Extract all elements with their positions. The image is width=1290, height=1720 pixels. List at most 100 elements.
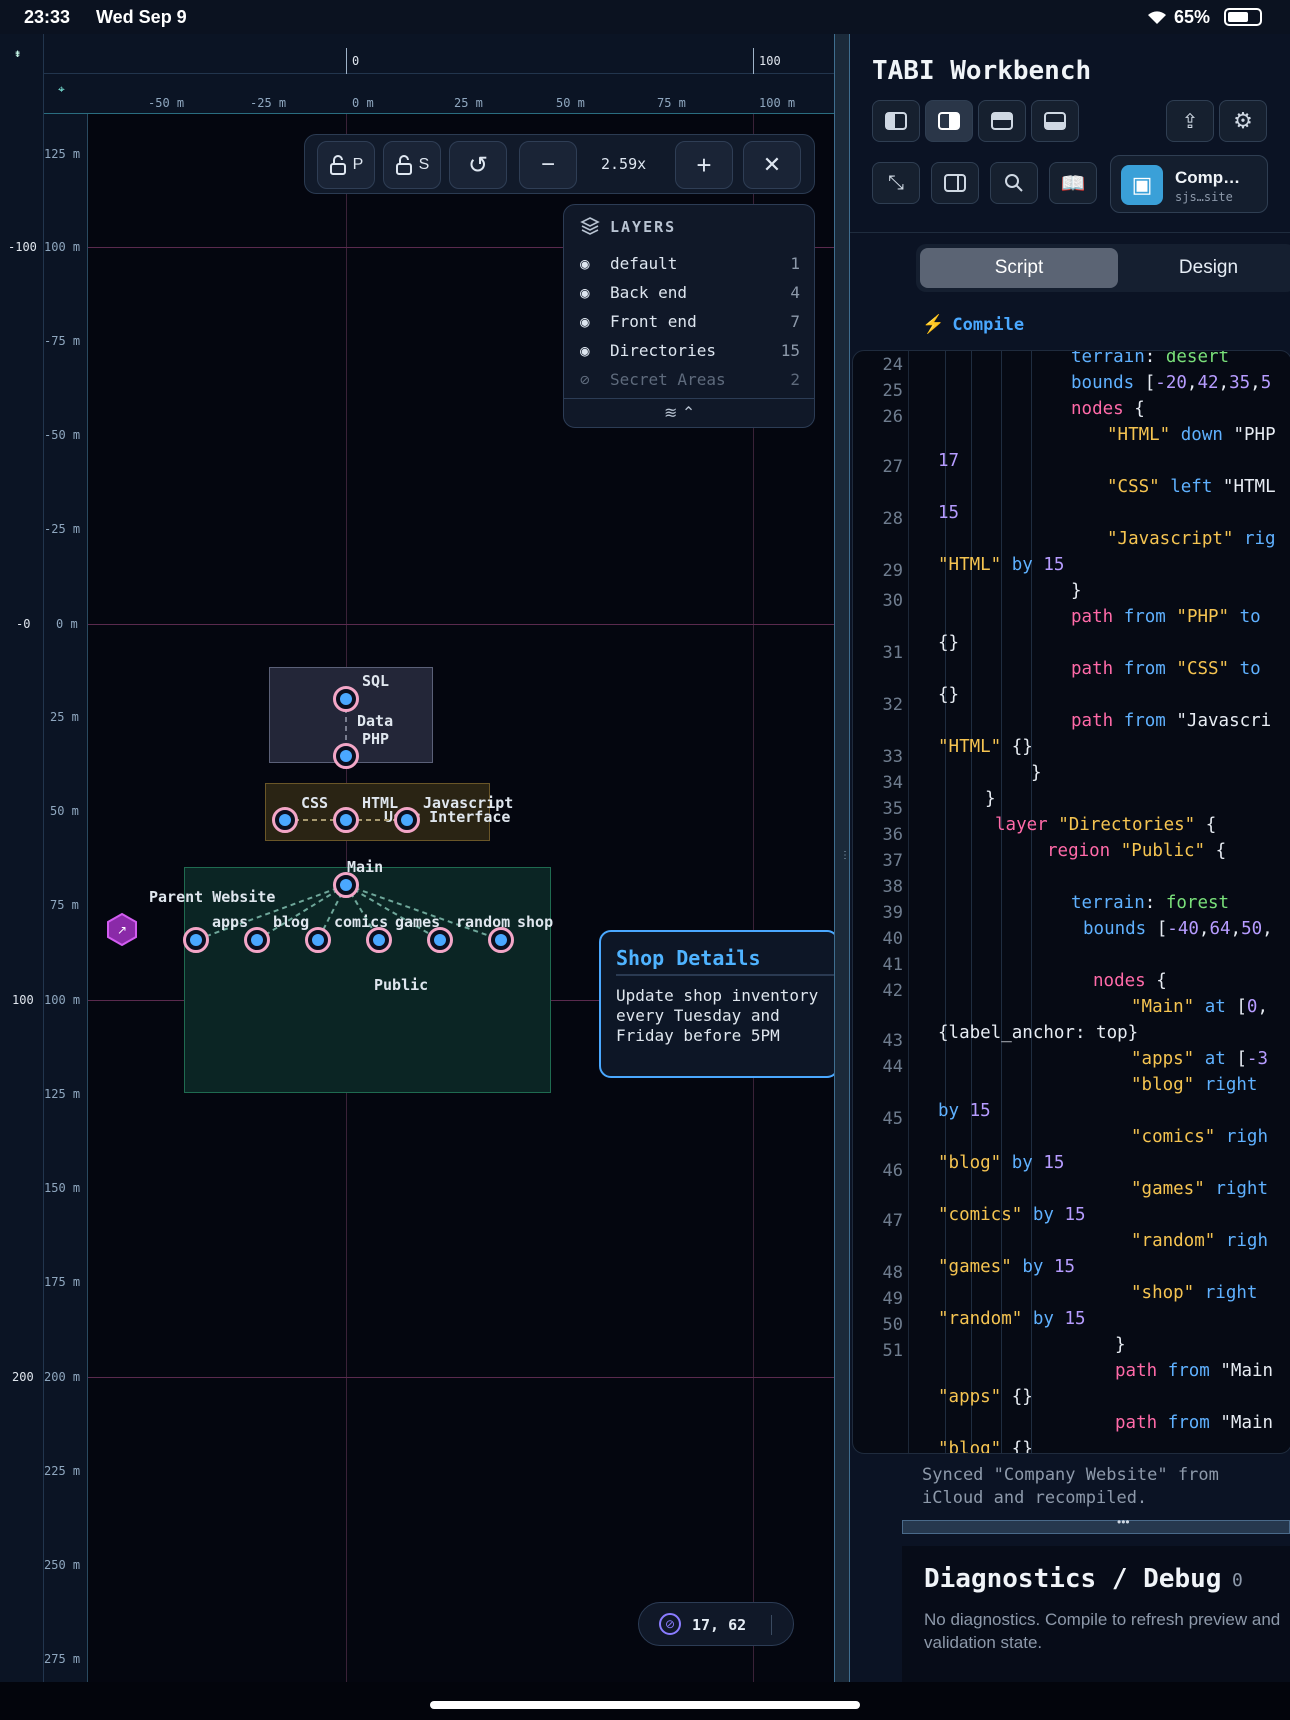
tab-script[interactable]: Script bbox=[920, 248, 1118, 288]
code-line[interactable]: "blog" {} bbox=[938, 1439, 1033, 1453]
code-line[interactable]: terrain: desert bbox=[1071, 351, 1229, 367]
search-button[interactable] bbox=[990, 162, 1038, 204]
code-line[interactable]: "Javascript" rig bbox=[1107, 529, 1276, 549]
code-line[interactable]: "apps" {} bbox=[938, 1387, 1033, 1407]
code-line[interactable]: {} bbox=[938, 685, 959, 705]
node-shop[interactable] bbox=[488, 927, 514, 953]
script-editor[interactable]: 24 25 26 27 28 29 30 31 32 33 34 35 36 37 38 39 40 41 42 43… bbox=[852, 350, 1290, 1454]
code-line[interactable]: } bbox=[1071, 581, 1082, 601]
code-line[interactable]: } bbox=[1031, 763, 1042, 783]
close-button[interactable]: ✕ bbox=[743, 141, 801, 189]
node-apps[interactable] bbox=[183, 927, 209, 953]
code-line[interactable]: {label_anchor: top} bbox=[938, 1023, 1138, 1043]
map-canvas[interactable]: ⇟ -100 -0 100 200 125 m 100 m -75 m -50 … bbox=[0, 34, 834, 1682]
settings-button[interactable]: ⚙ bbox=[1219, 100, 1267, 142]
layout-top-button[interactable] bbox=[978, 100, 1026, 142]
node-comics[interactable] bbox=[305, 927, 331, 953]
zoom-in-button[interactable]: + bbox=[675, 141, 733, 189]
resize-handle[interactable]: ••• bbox=[902, 1515, 1290, 1534]
code-line[interactable]: "comics" by 15 bbox=[938, 1205, 1086, 1225]
home-indicator[interactable] bbox=[430, 1701, 860, 1709]
code-line[interactable]: 15 bbox=[938, 503, 959, 523]
code-line[interactable]: "games" right bbox=[1131, 1179, 1268, 1199]
lock-s-button[interactable]: S bbox=[383, 141, 441, 189]
code-line[interactable]: layer "Directories" { bbox=[995, 815, 1216, 835]
layout-right-button[interactable] bbox=[925, 100, 973, 142]
node-random[interactable] bbox=[427, 927, 453, 953]
code-line[interactable]: "blog" by 15 bbox=[938, 1153, 1064, 1173]
layer-row-back-end[interactable]: ◉ Back end 4 bbox=[580, 279, 800, 305]
layers-title: LAYERS bbox=[610, 218, 677, 236]
line-number: 37 bbox=[882, 851, 903, 871]
compile-button[interactable]: ⚡ Compile bbox=[922, 314, 1024, 335]
code-line[interactable]: "blog" right bbox=[1131, 1075, 1257, 1095]
popup-title: Shop Details bbox=[616, 946, 761, 970]
sidebar-right-icon bbox=[938, 112, 960, 130]
node-games[interactable] bbox=[366, 927, 392, 953]
line-number: 40 bbox=[882, 929, 903, 949]
code-line[interactable]: "games" by 15 bbox=[938, 1257, 1075, 1277]
reset-button[interactable]: ↺ bbox=[449, 141, 507, 189]
code-line[interactable]: by 15 bbox=[938, 1101, 991, 1121]
collapse-layers-button[interactable]: ≋ ⌃ bbox=[664, 403, 695, 423]
node-javascript[interactable] bbox=[394, 807, 420, 833]
inspector-button[interactable] bbox=[931, 162, 979, 204]
svg-text:↗: ↗ bbox=[117, 923, 127, 937]
tab-design[interactable]: Design bbox=[1126, 248, 1290, 288]
layer-row-default[interactable]: ◉ default 1 bbox=[580, 250, 800, 276]
sidebar-left-icon bbox=[885, 112, 907, 130]
node-css[interactable] bbox=[272, 807, 298, 833]
parent-website-hexagon-icon[interactable]: ↗ bbox=[106, 912, 138, 946]
code-line[interactable]: "comics" righ bbox=[1131, 1127, 1268, 1147]
line-number: 31 bbox=[882, 643, 903, 663]
code-line[interactable]: "shop" right bbox=[1131, 1283, 1257, 1303]
node-blog[interactable] bbox=[244, 927, 270, 953]
code-line[interactable]: nodes { bbox=[1093, 971, 1167, 991]
fit-button[interactable]: ⤡ bbox=[872, 162, 920, 204]
code-line[interactable]: terrain: forest bbox=[1071, 893, 1229, 913]
document-button[interactable]: ▣ Comp… sjs…site bbox=[1110, 155, 1268, 213]
layer-row-directories[interactable]: ◉ Directories 15 bbox=[580, 337, 800, 363]
node-php[interactable] bbox=[333, 743, 359, 769]
code-line[interactable]: 17 bbox=[938, 451, 959, 471]
node-label-php: PHP bbox=[362, 730, 390, 748]
code-line[interactable]: "HTML" by 15 bbox=[938, 555, 1064, 575]
layer-row-secret-areas[interactable]: ⊘ Secret Areas 2 bbox=[580, 366, 800, 392]
code-line[interactable]: } bbox=[985, 789, 996, 809]
layer-row-front-end[interactable]: ◉ Front end 7 bbox=[580, 308, 800, 334]
code-line[interactable]: region "Public" { bbox=[1047, 841, 1226, 861]
node-sql[interactable] bbox=[333, 686, 359, 712]
code-line[interactable]: "Main" at [0, bbox=[1131, 997, 1268, 1017]
share-button[interactable]: ⇪ bbox=[1166, 100, 1214, 142]
shop-details-popup[interactable]: Shop Details Update shop inventory every… bbox=[599, 930, 834, 1078]
layout-bottom-button[interactable] bbox=[1031, 100, 1079, 142]
layout-left-button[interactable] bbox=[872, 100, 920, 142]
layer-count: 4 bbox=[790, 282, 800, 302]
code-line[interactable]: path from "Main bbox=[1115, 1361, 1273, 1381]
book-button[interactable]: 📖 bbox=[1049, 162, 1097, 204]
code-line[interactable]: path from "Main bbox=[1115, 1413, 1273, 1433]
code-line[interactable]: path from "Javascri bbox=[1071, 711, 1271, 731]
code-line[interactable]: bounds [-20,42,35,5 bbox=[1071, 373, 1271, 393]
node-html[interactable] bbox=[333, 807, 359, 833]
split-divider-handle[interactable]: ⋮ bbox=[834, 34, 850, 1682]
coordinates-pill[interactable]: ⊘ 17, 62 bbox=[638, 1602, 794, 1646]
code-line[interactable]: "apps" at [-3 bbox=[1131, 1049, 1268, 1069]
code-line[interactable]: "random" by 15 bbox=[938, 1309, 1086, 1329]
code-line[interactable]: nodes { bbox=[1071, 399, 1145, 419]
popup-body: Update shop inventory every Tuesday and … bbox=[616, 986, 819, 1045]
lock-p-button[interactable]: P bbox=[317, 141, 375, 189]
code-line[interactable]: "CSS" left "HTML bbox=[1107, 477, 1276, 497]
code-line[interactable]: } bbox=[1115, 1335, 1126, 1355]
code-line[interactable]: "HTML" down "PHP bbox=[1107, 425, 1276, 445]
code-line[interactable]: "random" righ bbox=[1131, 1231, 1268, 1251]
plus-icon: + bbox=[696, 149, 712, 180]
zoom-out-button[interactable]: − bbox=[519, 141, 577, 189]
code-line[interactable]: {} bbox=[938, 633, 959, 653]
share-icon: ⇪ bbox=[1181, 110, 1199, 133]
code-line[interactable]: path from "CSS" to bbox=[1071, 659, 1261, 679]
code-line[interactable]: "HTML" {} bbox=[938, 737, 1033, 757]
code-line[interactable]: path from "PHP" to bbox=[1071, 607, 1261, 627]
gear-icon: ⚙ bbox=[1233, 108, 1253, 133]
code-line[interactable]: bounds [-40,64,50, bbox=[1083, 919, 1273, 939]
